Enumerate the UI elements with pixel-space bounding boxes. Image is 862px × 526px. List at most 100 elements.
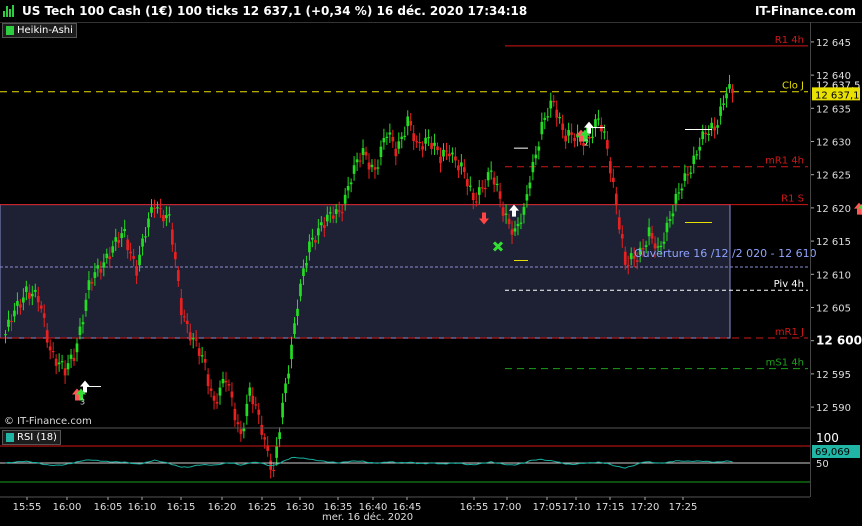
candle-body (7, 319, 10, 327)
candle-body (424, 137, 427, 144)
candle-body (105, 253, 109, 259)
candle-body (185, 320, 189, 325)
candle-body (22, 297, 25, 303)
candle-body (51, 350, 55, 353)
ouverture-label: Ouverture 16 /12 /2 020 - 12 610 (634, 247, 817, 260)
chart-bars-icon[interactable] (3, 5, 15, 17)
candle-body (594, 119, 597, 128)
candle-body (671, 213, 675, 217)
y-tick-label: 12 595 (816, 370, 851, 381)
candle-body (492, 177, 496, 185)
candle-body (692, 155, 696, 165)
candle-body (319, 222, 323, 226)
candle-body (611, 177, 615, 183)
candle-body (30, 293, 34, 297)
candle-body (480, 187, 484, 189)
candle-body (552, 101, 556, 103)
candle-body (522, 206, 526, 215)
instrument-title: US Tech 100 Cash (1€) 100 ticks 12 637,1… (22, 4, 528, 18)
candle-body (680, 188, 684, 191)
x-tick-label: 17:00 (493, 502, 522, 513)
candle-body (182, 316, 186, 318)
candle-body (248, 387, 252, 396)
candle-body (111, 246, 115, 253)
candle-body (233, 408, 237, 421)
rsi-tag[interactable]: RSI (18) (2, 430, 61, 445)
candle-body (87, 280, 91, 290)
candle-body (528, 182, 532, 189)
candle-body (451, 152, 454, 155)
candle-body (617, 217, 621, 230)
candle-body (305, 263, 308, 266)
candle-body (239, 429, 243, 435)
candle-body (263, 437, 267, 440)
candle-body (317, 228, 320, 236)
level-label: R1 S (781, 194, 804, 205)
candle-body (150, 207, 153, 213)
candle-body (33, 289, 37, 292)
candle-body (430, 142, 433, 149)
candle-body (448, 153, 451, 157)
candle-body (394, 148, 398, 157)
candle-body (299, 283, 302, 297)
candle-body (84, 299, 88, 311)
candle-body (555, 109, 559, 118)
candle-body (460, 162, 463, 167)
candle-body (549, 100, 553, 109)
candle-body (141, 238, 144, 247)
x-tick-label: 16:25 (248, 502, 277, 513)
candle-body (99, 268, 103, 273)
candle-body (489, 170, 493, 172)
y-tick-label: 12 625 (816, 171, 851, 182)
candle-body (176, 270, 180, 282)
candle-body (25, 286, 28, 292)
candle-body (525, 194, 529, 201)
candle-body (603, 131, 606, 133)
candle-body (385, 136, 389, 138)
candle-body (132, 256, 135, 259)
candle-body (650, 232, 654, 239)
candle-body (436, 146, 439, 151)
candle-body (334, 209, 338, 214)
candle-body (215, 402, 219, 404)
candle-body (19, 304, 22, 308)
candle-body (322, 225, 326, 228)
candle-body (457, 165, 460, 171)
candle-body (308, 241, 311, 253)
candle-body (606, 140, 609, 149)
candle-body (209, 388, 213, 391)
x-tick-label: 17:25 (669, 502, 698, 513)
candle-body (433, 142, 436, 146)
candle-body (400, 136, 404, 140)
candle-body (39, 305, 43, 309)
x-tick-label: 16:15 (167, 502, 196, 513)
candle-body (546, 116, 550, 118)
candle-body (281, 402, 284, 418)
last-price-label: 12 637,1 (815, 90, 860, 101)
candle-body (397, 141, 401, 149)
x-tick-label: 16:00 (53, 502, 82, 513)
axis-separator (810, 22, 811, 497)
candle-body (498, 191, 502, 199)
candle-body (504, 213, 508, 215)
candle-body (719, 106, 722, 116)
candle-body (427, 136, 430, 139)
candle-body (665, 222, 669, 233)
candle-body (272, 469, 275, 472)
y-tick-label: 12 645 (816, 38, 851, 49)
candle-body (471, 192, 475, 201)
heikin-ashi-tag[interactable]: Heikin-Ashi (2, 23, 77, 38)
rsi-tick-label: 100 (816, 431, 839, 445)
candle-body (302, 268, 305, 277)
candle-body (507, 218, 511, 225)
candle-body (573, 137, 576, 142)
x-tick-label: 16:55 (460, 502, 489, 513)
price-chart[interactable]: R1 4h Clo J mR1 4h R1 S Piv 4h mR1 J mS1 4h Ouv… (0, 0, 862, 526)
signal-count-label: 2 (584, 139, 589, 148)
candle-body (564, 135, 567, 142)
candle-body (364, 151, 368, 156)
candle-body (203, 358, 207, 363)
candle-body (290, 344, 293, 360)
candle-body (227, 384, 231, 386)
level-label: mR1 J (775, 327, 804, 338)
